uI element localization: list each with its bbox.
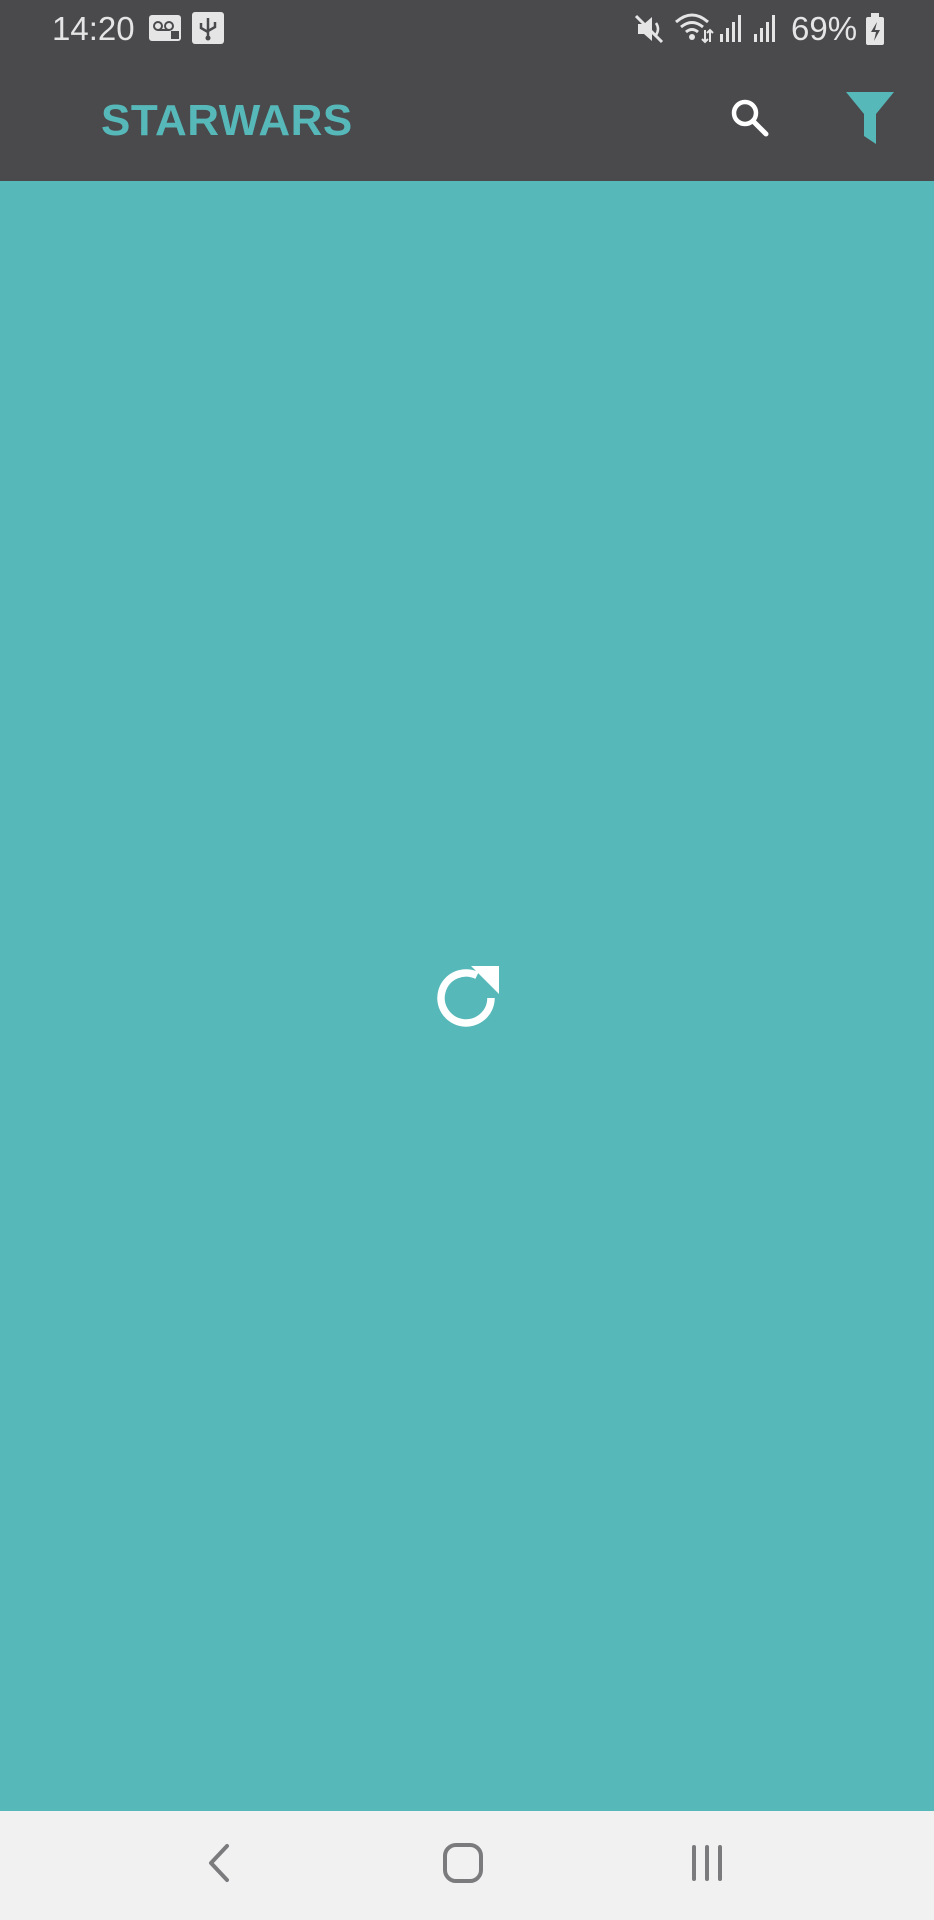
status-bar: 14:20 69%: [0, 0, 934, 60]
app-bar: STARWARS: [0, 60, 934, 181]
signal-icon: [718, 14, 744, 47]
filter-button[interactable]: [825, 60, 915, 181]
back-button[interactable]: [170, 1823, 270, 1908]
voicemail-icon: [149, 15, 181, 46]
battery-percentage: 69%: [791, 10, 858, 47]
usb-icon: [192, 12, 224, 49]
home-button[interactable]: [413, 1823, 513, 1908]
reload-button[interactable]: [422, 955, 512, 1045]
app-title: STARWARS: [101, 96, 353, 145]
refresh-icon: [429, 960, 505, 1041]
recents-icon: [687, 1843, 727, 1888]
wifi-icon: [674, 12, 714, 49]
mute-icon: [634, 14, 664, 49]
recents-button[interactable]: [657, 1823, 757, 1908]
status-time: 14:20: [52, 10, 135, 47]
signal-icon: [752, 14, 778, 47]
search-button[interactable]: [705, 60, 795, 181]
filter-icon: [844, 90, 896, 151]
battery-charging-icon: [865, 13, 885, 50]
home-icon: [441, 1841, 485, 1890]
back-icon: [205, 1843, 235, 1888]
system-nav-bar: [0, 1811, 934, 1920]
search-icon: [728, 96, 772, 145]
